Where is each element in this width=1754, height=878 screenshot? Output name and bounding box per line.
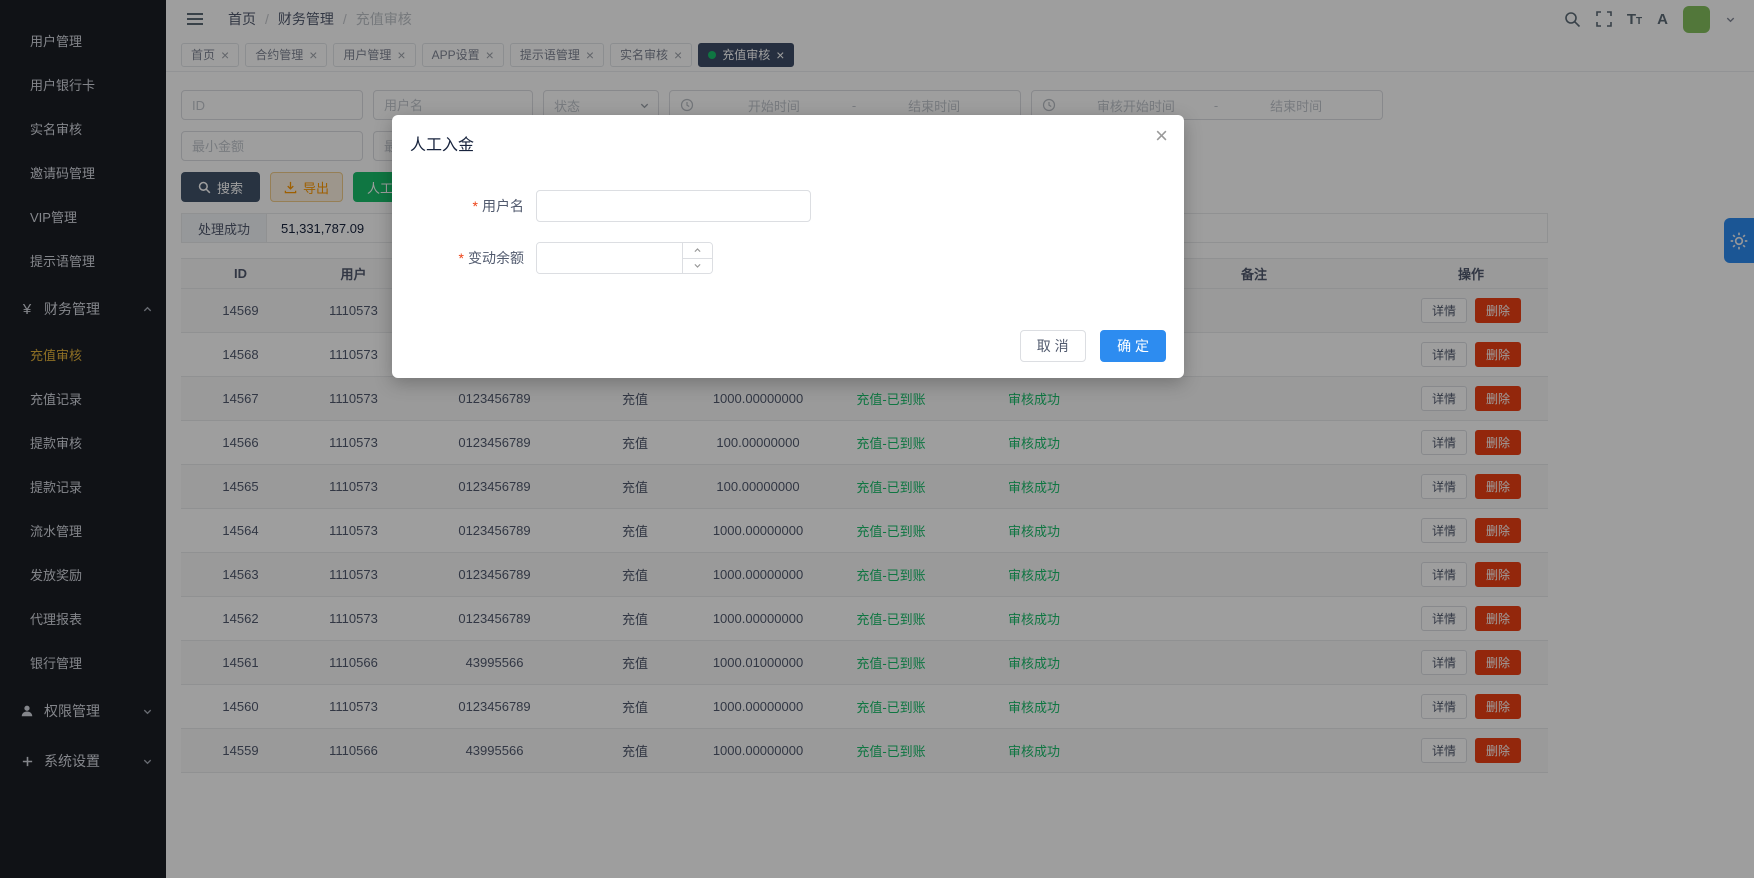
username-input[interactable]	[536, 190, 811, 222]
username-form-row: *用户名	[408, 190, 1168, 222]
cancel-button[interactable]: 取 消	[1020, 330, 1086, 362]
manual-deposit-modal: 人工入金 × *用户名 *变动余额	[392, 115, 1184, 378]
amount-label: *变动余额	[408, 248, 536, 268]
amount-label-text: 变动余额	[468, 250, 524, 266]
amount-form-row: *变动余额	[408, 242, 1168, 274]
modal-title: 人工入金	[410, 137, 474, 154]
required-asterisk: *	[473, 198, 478, 214]
modal-footer: 取 消 确 定	[1020, 330, 1166, 362]
confirm-button[interactable]: 确 定	[1100, 330, 1166, 362]
modal-header: 人工入金 ×	[392, 115, 1184, 153]
username-label: *用户名	[408, 196, 536, 216]
amount-number-input	[536, 242, 713, 274]
username-label-text: 用户名	[482, 198, 524, 214]
modal-body: *用户名 *变动余额	[392, 153, 1184, 274]
number-spinner	[682, 243, 712, 273]
decrement-button[interactable]	[683, 259, 712, 274]
close-icon[interactable]: ×	[1155, 125, 1168, 147]
increment-button[interactable]	[683, 243, 712, 259]
amount-input[interactable]	[537, 243, 682, 273]
required-asterisk: *	[459, 250, 464, 266]
